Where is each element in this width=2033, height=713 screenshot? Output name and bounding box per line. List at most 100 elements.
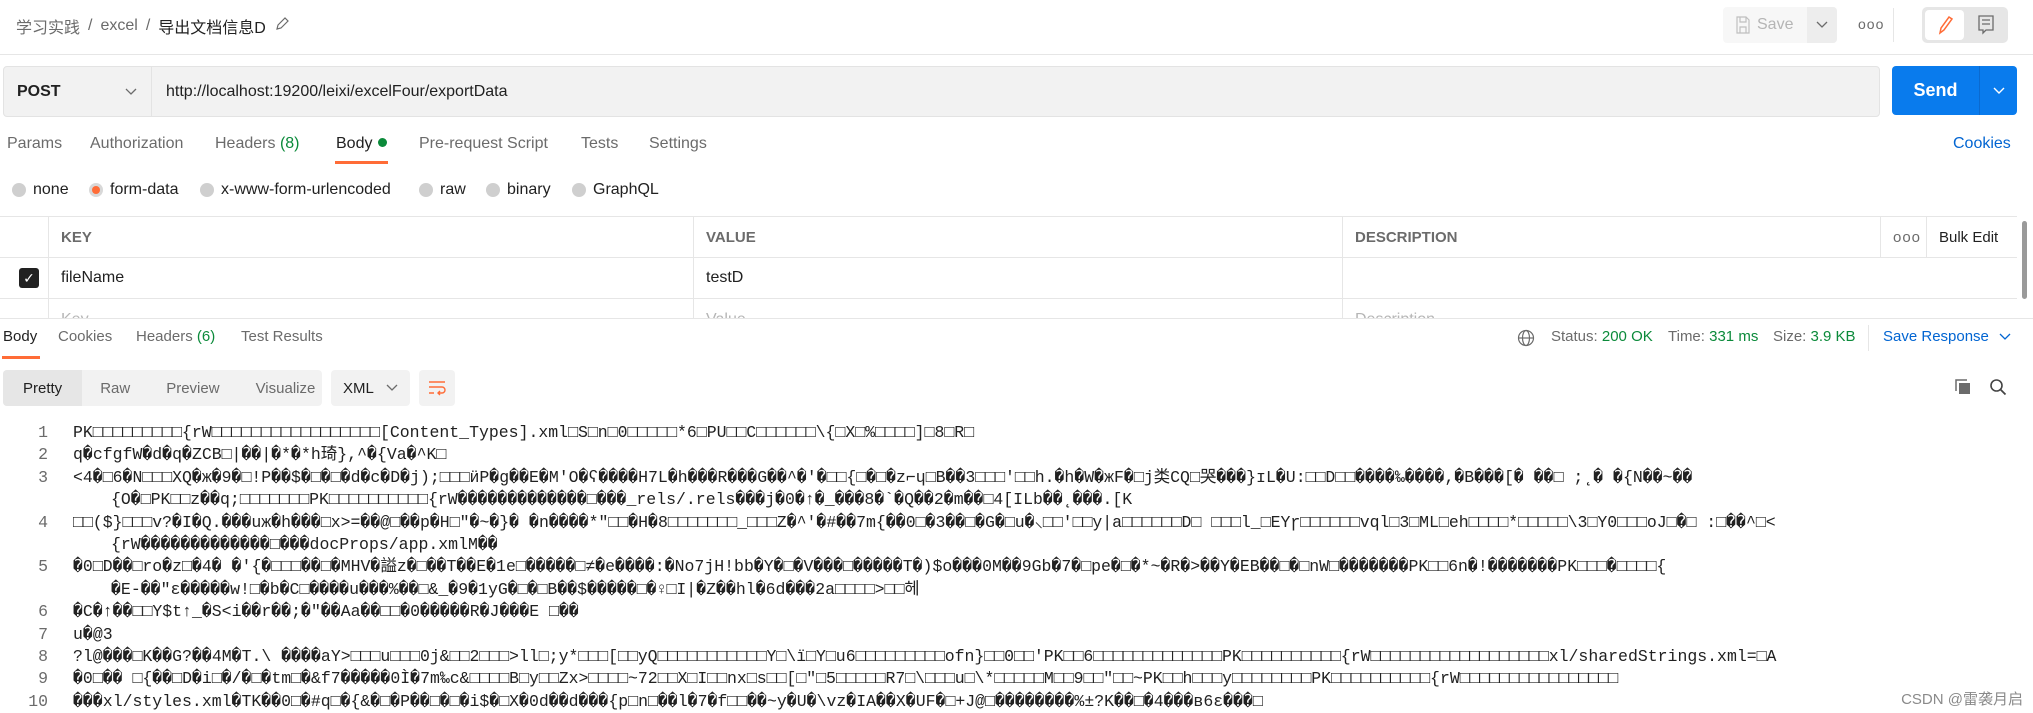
- wrap-icon: [429, 381, 446, 396]
- code-text: <4�□6�N□□□XQ�ж�9�□!P��$�□�□�d�c�D�j);□□□…: [73, 467, 1693, 487]
- method-label: POST: [17, 82, 61, 100]
- save-label: Save: [1757, 16, 1794, 33]
- breadcrumb-separator: /: [145, 17, 151, 34]
- tab-pre-request-script[interactable]: Pre-request Script: [419, 135, 548, 153]
- view-mode-segmented: Pretty Raw Preview Visualize: [3, 370, 322, 406]
- url-input[interactable]: http://localhost:19200/leixi/excelFour/e…: [152, 83, 508, 101]
- code-line: 1 PK□□□□□□□□□{rW□□□□□□□□□□□□□□□□□[Content…: [0, 422, 2033, 444]
- tab-body[interactable]: Body: [336, 135, 388, 153]
- radio-icon: [572, 183, 586, 197]
- code-line: 9 �0□�� □{��□D�i□�/�□�tm□�&f7�����0Ì�7m‰c…: [0, 668, 2033, 690]
- radio-icon: [12, 183, 26, 197]
- table-options-button[interactable]: ooo: [1880, 217, 1926, 257]
- url-bar: POST http://localhost:19200/leixi/excelF…: [3, 66, 1880, 117]
- response-tab-test-results[interactable]: Test Results: [241, 328, 323, 345]
- radio-graphql[interactable]: GraphQL: [572, 181, 659, 199]
- radio-binary[interactable]: binary: [486, 181, 551, 199]
- view-visualize[interactable]: Visualize: [238, 370, 334, 406]
- more-options-button[interactable]: ooo: [1858, 16, 1884, 32]
- send-button[interactable]: Send: [1892, 66, 1980, 115]
- edit-mode-button[interactable]: [1925, 10, 1964, 40]
- breadcrumb-item[interactable]: excel: [100, 17, 137, 35]
- code-line: 7 u�@3: [0, 624, 2033, 646]
- wrap-lines-button[interactable]: [419, 370, 455, 406]
- value-input[interactable]: testD: [693, 258, 1342, 298]
- code-text: {O�□PK□□z��q;□□□□□□□PK□□□□□□□□□□{rW�����…: [111, 490, 1133, 510]
- column-value: VALUE: [693, 217, 1342, 257]
- key-input[interactable]: fileName: [48, 258, 693, 298]
- chevron-down-icon: [1993, 87, 2004, 94]
- scrollbar[interactable]: [2022, 221, 2027, 299]
- view-raw[interactable]: Raw: [82, 370, 148, 406]
- send-button-group: Send: [1892, 66, 2017, 115]
- tab-headers[interactable]: Headers (8): [215, 135, 300, 153]
- description-placeholder[interactable]: Description: [1342, 299, 2017, 318]
- code-text: PK□□□□□□□□□{rW□□□□□□□□□□□□□□□□□[Content_…: [73, 423, 975, 442]
- save-response-label: Save Response: [1883, 328, 1989, 345]
- tab-settings[interactable]: Settings: [649, 135, 707, 153]
- bulk-edit-button[interactable]: Bulk Edit: [1926, 217, 2017, 257]
- cookies-link[interactable]: Cookies: [1953, 135, 2011, 153]
- tab-params[interactable]: Params: [7, 135, 62, 153]
- globe-icon[interactable]: [1517, 329, 1535, 352]
- chevron-down-icon: [386, 384, 398, 391]
- code-text: �0□�� □{��□D�i□�/�□�tm□�&f7�����0Ì�7m‰c&…: [73, 669, 1619, 689]
- description-input[interactable]: [1342, 258, 2017, 298]
- save-dropdown-button[interactable]: [1807, 7, 1837, 43]
- code-text: u�@3: [73, 624, 113, 644]
- radio-raw[interactable]: raw: [419, 181, 466, 199]
- code-text: �0□D��□ro�z□�4� �'{�□□□��□�MHV�謚z�□��T��…: [73, 557, 1667, 577]
- save-button[interactable]: Save: [1723, 7, 1807, 43]
- save-response-button[interactable]: Save Response: [1883, 328, 2011, 345]
- code-text: �E-��"ɛ�����w!□�b�C□����u���%��□&_�9�1yG…: [111, 579, 920, 599]
- code-line: 8 ?l@���□K��G?��4M�T.\ ����aY>□□□u□□□0j&□…: [0, 646, 2033, 668]
- breadcrumb-item[interactable]: 学习实践: [16, 14, 80, 38]
- code-text: ?l@���□K��G?��4M�T.\ ����aY>□□□u□□□0j&□□…: [73, 646, 1777, 666]
- search-icon[interactable]: [1989, 378, 2007, 401]
- view-pretty[interactable]: Pretty: [3, 370, 83, 406]
- headers-count: (6): [196, 328, 216, 345]
- documentation-button[interactable]: [1966, 10, 2005, 40]
- radio-none[interactable]: none: [12, 181, 69, 199]
- radio-label: x-www-form-urlencoded: [221, 181, 391, 198]
- tab-authorization[interactable]: Authorization: [90, 135, 183, 153]
- size-label: Size:: [1773, 328, 1807, 345]
- radio-label: GraphQL: [593, 181, 659, 198]
- code-text: ���xl/styles.xml�TK��0□�#q□�{&�□�P��□�□�…: [73, 691, 1263, 711]
- response-tab-cookies[interactable]: Cookies: [58, 328, 112, 345]
- response-tab-body[interactable]: Body: [3, 328, 37, 345]
- radio-icon: [486, 183, 500, 197]
- code-line: 5 �0□D��□ro�z□�4� �'{�□□□��□�MHV�謚z�□��T�…: [0, 556, 2033, 578]
- view-preview[interactable]: Preview: [148, 370, 237, 406]
- code-text: {rW�������������□���docProps/app.xmlM��: [111, 534, 498, 554]
- row-checkbox[interactable]: ✓: [0, 258, 48, 298]
- code-line: �E-��"ɛ�����w!□�b�C□����u���%��□&_�9�1yG…: [0, 579, 2033, 601]
- response-body-code[interactable]: 1 PK□□□□□□□□□{rW□□□□□□□□□□□□□□□□□[Content…: [0, 422, 2033, 713]
- response-size: Size: 3.9 KB: [1773, 328, 1856, 345]
- radio-x-www-form-urlencoded[interactable]: x-www-form-urlencoded: [200, 181, 391, 199]
- checkbox-checked-icon: ✓: [19, 268, 39, 288]
- format-select[interactable]: XML: [331, 370, 410, 406]
- line-number: 6: [38, 602, 48, 622]
- watermark: CSDN @雷袭月启: [1901, 691, 2023, 708]
- modified-dot-icon: [378, 138, 388, 147]
- key-placeholder[interactable]: Key: [48, 299, 693, 318]
- value-placeholder[interactable]: Value: [693, 299, 1342, 318]
- table-header: KEY VALUE DESCRIPTION ooo Bulk Edit: [0, 217, 2017, 258]
- pencil-icon[interactable]: [274, 16, 290, 37]
- active-tab-indicator: [2, 356, 40, 359]
- line-number: 7: [38, 624, 48, 644]
- line-number: 3: [38, 467, 48, 487]
- form-data-table: KEY VALUE DESCRIPTION ooo Bulk Edit ✓ fi…: [0, 216, 2017, 318]
- request-name[interactable]: 导出文档信息D: [158, 14, 266, 38]
- status-value: 200 OK: [1601, 328, 1653, 345]
- method-select[interactable]: POST: [4, 67, 152, 116]
- radio-form-data[interactable]: form-data: [89, 181, 178, 199]
- column-key: KEY: [48, 217, 693, 257]
- status-label: Status:: [1551, 328, 1598, 345]
- send-dropdown-button[interactable]: [1980, 66, 2017, 115]
- line-number: 9: [38, 669, 48, 689]
- tab-tests[interactable]: Tests: [581, 135, 618, 153]
- response-tab-headers[interactable]: Headers (6): [136, 328, 215, 345]
- copy-icon[interactable]: [1954, 378, 1972, 401]
